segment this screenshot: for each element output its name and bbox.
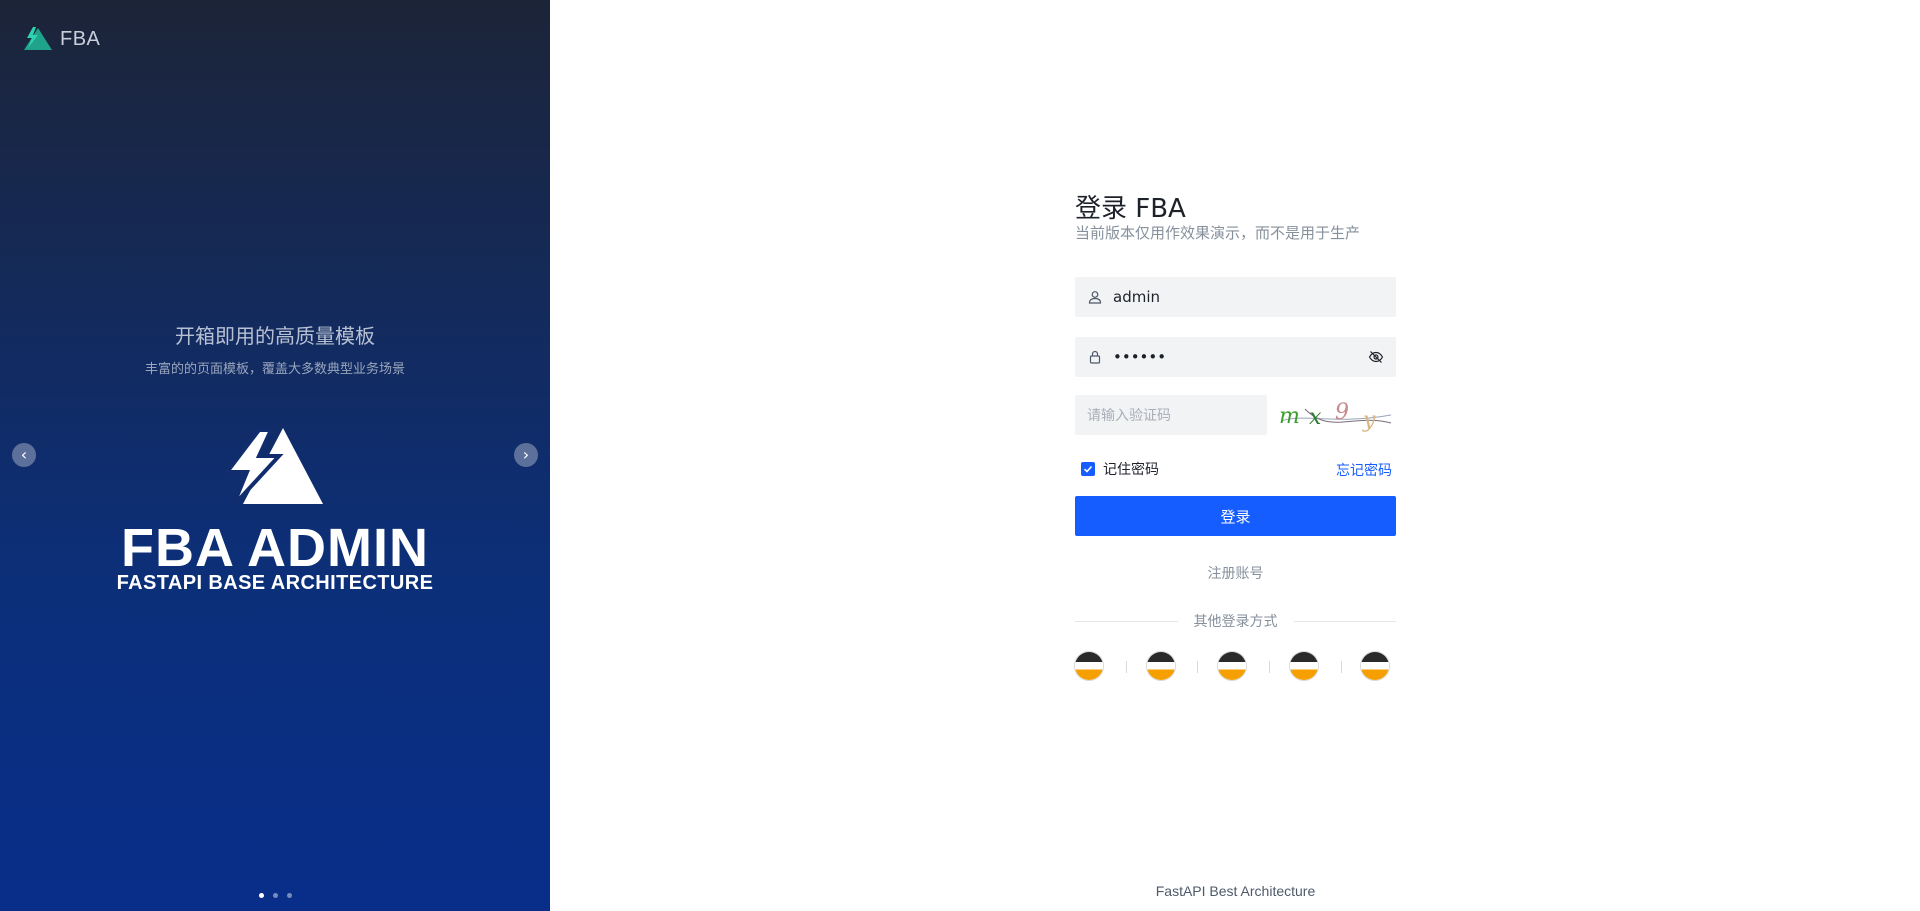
carousel-dot[interactable] [286,893,292,898]
social-separator [1269,661,1270,673]
divider-line [1075,620,1178,622]
carousel-title: 开箱即用的高质量模板 [175,324,375,348]
login-subtitle: 当前版本仅用作效果演示，而不是用于生产 [1075,224,1361,242]
password-field[interactable]: •••••• [1075,337,1396,377]
divider-line [1293,620,1396,622]
carousel-dot[interactable] [258,893,264,898]
captcha-image[interactable]: m x 9 y [1275,395,1395,435]
hero-title: FBA ADMIN [121,518,429,578]
captcha-placeholder: 请输入验证码 [1087,408,1171,424]
svg-text:x: x [1309,405,1322,430]
hero-subtitle: FASTAPI BASE ARCHITECTURE [116,572,434,594]
forgot-password-link[interactable]: 忘记密码 [1336,460,1392,480]
carousel-dot[interactable] [272,893,278,898]
login-button[interactable]: 登录 [1075,496,1396,536]
fba-logo-icon [22,26,54,52]
chevron-right-icon: › [522,445,530,464]
other-login-label: 其他登录方式 [1193,614,1278,630]
other-login-divider: 其他登录方式 [1075,611,1396,631]
lock-icon [1087,349,1103,365]
social-separator [1341,661,1342,673]
username-value[interactable]: admin [1113,288,1160,306]
banner-panel: FBA 开箱即用的高质量模板 丰富的的页面模板，覆盖大多数典型业务场景 FBA … [0,0,550,911]
svg-text:9: 9 [1335,400,1349,425]
checkbox-checked-icon[interactable] [1081,462,1095,476]
username-field[interactable]: admin [1075,277,1396,317]
chevron-left-icon: ‹ [20,445,28,464]
remember-password-label[interactable]: 记住密码 [1103,459,1159,479]
svg-text:y: y [1362,408,1376,433]
carousel-indicators [0,893,550,898]
remember-password-checkbox[interactable]: 记住密码 [1081,459,1159,479]
svg-text:m: m [1279,404,1300,429]
login-page: FBA 开箱即用的高质量模板 丰富的的页面模板，覆盖大多数典型业务场景 FBA … [0,0,1920,911]
eye-off-icon[interactable] [1368,349,1384,365]
social-login-list [1075,652,1396,682]
brand: FBA [22,26,100,52]
carousel-prev-button[interactable]: ‹ [12,443,36,467]
fba-hero-logo-icon [221,426,325,510]
social-login-icon[interactable] [1361,652,1389,680]
carousel-subtitle: 丰富的的页面模板，覆盖大多数典型业务场景 [144,362,405,377]
social-separator [1197,661,1198,673]
social-login-icon[interactable] [1075,652,1103,680]
footer-text: FastAPI Best Architecture [1155,883,1316,899]
user-icon [1087,289,1103,305]
password-value[interactable]: •••••• [1113,348,1166,366]
brand-name: FBA [60,27,101,50]
register-link[interactable]: 注册账号 [1075,563,1396,583]
social-login-icon[interactable] [1147,652,1175,680]
social-login-icon[interactable] [1290,652,1318,680]
social-separator [1126,661,1127,673]
login-title: 登录 FBA [1075,194,1186,224]
carousel-next-button[interactable]: › [514,443,538,467]
social-login-icon[interactable] [1218,652,1246,680]
captcha-field[interactable]: 请输入验证码 [1075,395,1267,435]
